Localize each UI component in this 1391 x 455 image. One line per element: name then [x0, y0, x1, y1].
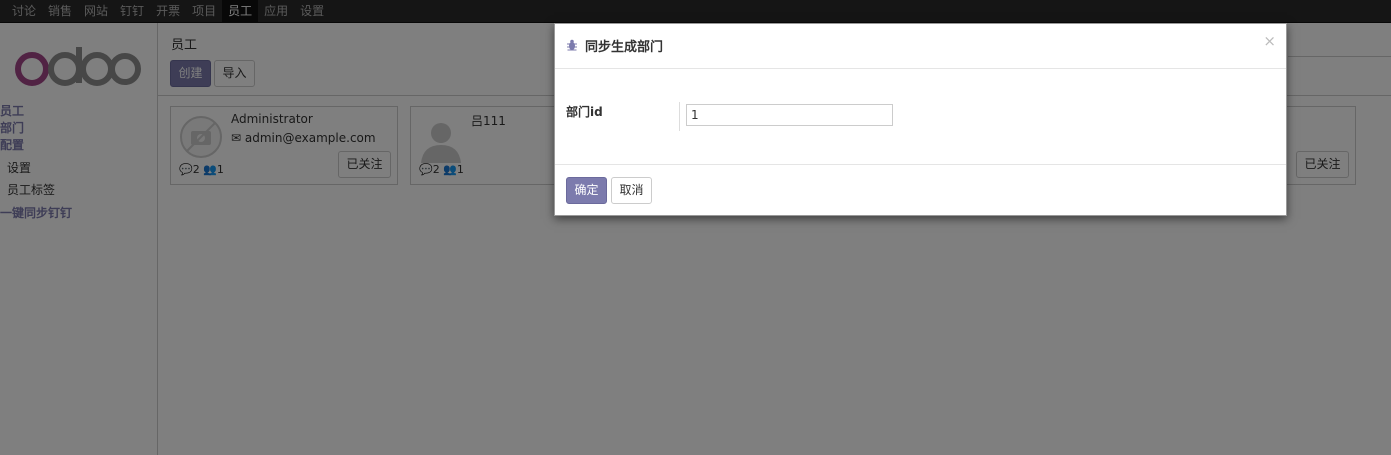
- dialog-title: 同步生成部门: [585, 40, 664, 55]
- field-separator: [679, 102, 680, 131]
- sync-department-dialog: 同步生成部门 × 部门id 确定 取消: [554, 23, 1287, 216]
- department-id-input[interactable]: [686, 104, 893, 126]
- cancel-button[interactable]: 取消: [611, 177, 652, 204]
- dialog-footer: 确定 取消: [555, 164, 1286, 215]
- department-id-label: 部门id: [566, 105, 603, 119]
- dialog-header: 同步生成部门 ×: [555, 24, 1286, 69]
- bug-icon: [567, 39, 577, 51]
- close-icon[interactable]: ×: [1263, 32, 1276, 50]
- dialog-body: 部门id: [555, 70, 1286, 164]
- confirm-button[interactable]: 确定: [566, 177, 607, 204]
